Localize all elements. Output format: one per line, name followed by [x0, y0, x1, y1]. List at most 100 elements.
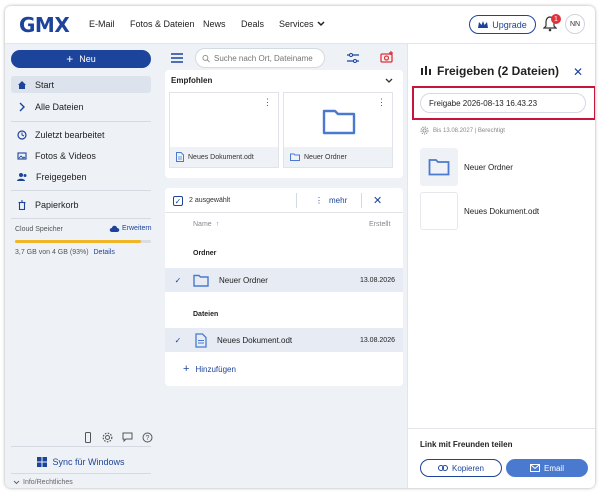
- storage-progress-fill: [15, 240, 142, 243]
- selection-toolbar: ✓ 2 ausgewählt ⋮ mehr ✕: [165, 188, 403, 213]
- recommended-item-footer: Neuer Ordner: [284, 147, 392, 167]
- column-created-label[interactable]: Erstellt: [369, 221, 390, 228]
- table-row[interactable]: ✓ Neuer Ordner 13.08.2026: [165, 268, 403, 292]
- notification-badge: 1: [551, 14, 561, 24]
- email-share-button[interactable]: Email: [506, 459, 588, 477]
- phone-icon[interactable]: [83, 432, 93, 443]
- new-button-label: Neu: [79, 54, 96, 64]
- sidebar-divider: [11, 190, 151, 191]
- close-icon[interactable]: ✕: [573, 65, 583, 79]
- gmx-logo[interactable]: GMX: [19, 13, 70, 37]
- share-panel-title: Freigeben (2 Dateien): [420, 64, 559, 78]
- row-checkbox[interactable]: ✓: [173, 335, 183, 345]
- copy-link-label: Kopieren: [451, 463, 485, 473]
- sidebar-item-label: Zuletzt bearbeitet: [35, 129, 105, 140]
- info-label: Info/Rechtliches: [23, 479, 73, 486]
- sidebar-item-label: Fotos & Videos: [35, 150, 96, 161]
- gear-icon[interactable]: [102, 432, 113, 443]
- sidebar-item-shared[interactable]: Freigegeben: [11, 168, 151, 185]
- copy-link-button[interactable]: Kopieren: [420, 459, 502, 477]
- sidebar-divider: [11, 473, 151, 474]
- search-input[interactable]: [214, 53, 324, 63]
- camera-upload-icon[interactable]: [380, 51, 394, 64]
- share-icon: [421, 66, 431, 75]
- select-all-checkbox[interactable]: ✓: [173, 196, 183, 206]
- plus-icon: +: [183, 363, 190, 375]
- panel-divider: [408, 428, 595, 429]
- add-label: Hinzufügen: [195, 364, 236, 374]
- group-folders-label: Ordner: [193, 250, 217, 257]
- upgrade-button[interactable]: Upgrade: [469, 15, 536, 34]
- row-checkbox[interactable]: ✓: [173, 275, 183, 285]
- sidebar: + Neu Start Alle Dateien Zuletzt bearbei…: [5, 44, 161, 488]
- avatar[interactable]: NN: [565, 14, 585, 34]
- sidebar-item-photos[interactable]: Fotos & Videos: [11, 147, 151, 164]
- trash-icon: [18, 199, 26, 210]
- chat-icon[interactable]: [122, 432, 133, 443]
- chevron-right-icon: [19, 102, 25, 111]
- sidebar-item-recent[interactable]: Zuletzt bearbeitet: [11, 126, 151, 143]
- arrow-up-icon: ↑: [215, 221, 220, 228]
- share-name-input[interactable]: [420, 93, 586, 113]
- file-list: Name ↑ Erstellt Ordner ✓ Neuer Ordner 13…: [165, 213, 403, 386]
- nav-news[interactable]: News: [203, 19, 226, 29]
- shared-file-thumb: [420, 192, 458, 230]
- table-row[interactable]: ✓ Neues Dokument.odt 13.08.2026: [165, 328, 403, 352]
- sidebar-divider: [11, 121, 151, 122]
- cloud-icon: [109, 225, 120, 232]
- add-button[interactable]: + Hinzufügen: [183, 363, 236, 375]
- link-icon: [437, 465, 448, 471]
- nav-services[interactable]: Services: [279, 19, 325, 29]
- menu-icon[interactable]: [171, 53, 183, 63]
- recommended-item-name: Neues Dokument.odt: [188, 153, 254, 161]
- cloud-extend-link[interactable]: Erweitern: [109, 225, 152, 232]
- more-actions-button[interactable]: ⋮ mehr: [315, 196, 347, 205]
- recommended-item-document[interactable]: ⋮ Neues Dokument.odt: [169, 92, 279, 168]
- nav-photos-files[interactable]: Fotos & Dateien: [130, 19, 195, 29]
- sidebar-item-start[interactable]: Start: [11, 76, 151, 93]
- close-icon[interactable]: ✕: [373, 194, 382, 207]
- nav-email[interactable]: E-Mail: [89, 19, 115, 29]
- more-options-icon[interactable]: ⋮: [377, 97, 386, 108]
- storage-details-link[interactable]: Details: [94, 249, 115, 256]
- toolbar-divider: [296, 193, 297, 208]
- cloud-storage-label: Cloud Speicher: [15, 226, 63, 233]
- home-icon: [18, 80, 26, 89]
- recommended-item-footer: Neues Dokument.odt: [170, 147, 278, 167]
- more-actions-label: mehr: [329, 196, 348, 205]
- list-header: Name ↑ Erstellt: [165, 213, 403, 235]
- storage-usage-value: 3,7 GB von 4 GB (93%): [15, 249, 89, 256]
- image-icon: [17, 151, 27, 160]
- sidebar-item-all-files[interactable]: Alle Dateien: [11, 98, 151, 115]
- help-icon[interactable]: ?: [142, 432, 153, 443]
- recommended-title: Empfohlen: [171, 76, 213, 85]
- sidebar-divider: [11, 218, 151, 219]
- toolbar-divider: [361, 193, 362, 208]
- sidebar-item-label: Papierkorb: [35, 199, 79, 210]
- sidebar-item-trash[interactable]: Papierkorb: [11, 196, 151, 213]
- folder-icon: [322, 109, 356, 135]
- share-name-highlight: [412, 86, 595, 120]
- storage-progress-bar: [15, 240, 151, 243]
- search-toolbar: [165, 48, 403, 68]
- column-name-label: Name: [193, 221, 212, 228]
- gear-icon[interactable]: [420, 126, 429, 135]
- folder-icon: [193, 274, 209, 287]
- top-navigation: GMX E-Mail Fotos & Dateien News Deals Se…: [5, 6, 595, 44]
- new-button[interactable]: + Neu: [11, 50, 151, 68]
- row-date: 13.08.2026: [359, 336, 395, 344]
- document-icon: [176, 152, 184, 162]
- sort-by-name[interactable]: Name ↑: [193, 221, 219, 228]
- sync-windows-button[interactable]: Sync für Windows: [11, 454, 151, 470]
- info-legal-link[interactable]: Info/Rechtliches: [13, 479, 73, 486]
- more-options-icon[interactable]: ⋮: [263, 97, 272, 108]
- sync-label: Sync für Windows: [52, 457, 125, 467]
- nav-deals[interactable]: Deals: [241, 19, 264, 29]
- chevron-down-icon[interactable]: [385, 78, 393, 84]
- sidebar-item-label: Start: [35, 79, 55, 90]
- row-name: Neues Dokument.odt: [217, 335, 293, 345]
- filter-icon[interactable]: [347, 52, 359, 64]
- plus-icon: +: [66, 52, 74, 66]
- svg-text:?: ?: [146, 435, 150, 442]
- recommended-item-folder[interactable]: ⋮ Neuer Ordner: [283, 92, 393, 168]
